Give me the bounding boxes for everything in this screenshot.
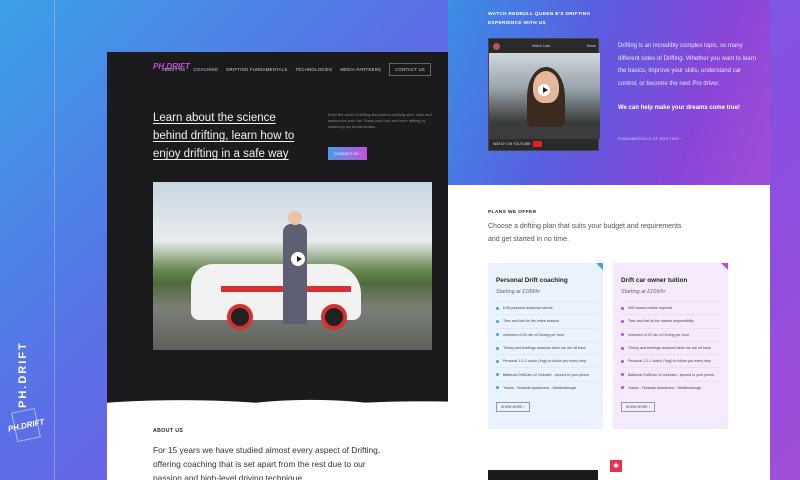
side-brand: PH.DRIFT PH.DRIFT bbox=[0, 0, 50, 480]
video-topbar: Watch Later Share bbox=[489, 39, 600, 53]
plan-title: Personal Drift coaching bbox=[496, 277, 568, 284]
list-item: Theory and briefings sessions when we ar… bbox=[621, 340, 720, 354]
hero-contact-button[interactable]: CONTACT US › bbox=[328, 147, 367, 160]
nav-link-coaching[interactable]: COACHING bbox=[193, 67, 218, 72]
list-item: Drift prepared academy vehicle bbox=[496, 301, 595, 314]
list-item: minimum of 20 min of Driving per hour bbox=[496, 327, 595, 341]
show-more-button[interactable]: SHOW MORE › bbox=[621, 402, 655, 413]
plan-card-personal: Personal Drift coaching Starting at £189… bbox=[488, 263, 603, 429]
video-frame bbox=[489, 53, 600, 139]
youtube-video[interactable]: Watch Later Share WATCH ON YOUTUBE bbox=[488, 38, 600, 151]
corner-accent-icon bbox=[596, 263, 603, 270]
nav-link-fundamentals[interactable]: DRIFTING FUNDAMENTALS bbox=[226, 67, 287, 72]
about-label: ABOUT US bbox=[153, 428, 184, 434]
plans-section: PLANS WE OFFER Choose a drifting plan th… bbox=[448, 185, 770, 480]
fundamentals-link[interactable]: FUNDAMENTALS OF DRIFTING › bbox=[618, 137, 682, 141]
bullet-icon bbox=[496, 373, 499, 377]
list-item: Personal 1-2-1 coach (Yogi) to follow yo… bbox=[496, 354, 595, 367]
about-section: ABOUT US For 15 years we have studied al… bbox=[107, 407, 478, 480]
bullet-icon bbox=[496, 346, 499, 350]
plans-label: PLANS WE OFFER bbox=[488, 210, 537, 215]
list-item: Battlecar DriftCam v2 included - synced … bbox=[496, 367, 595, 380]
bullet-icon bbox=[496, 386, 499, 390]
list-item: Personal 1-2-1 coach (Yogi) to follow yo… bbox=[621, 354, 720, 367]
list-item: minimum of 20 min of Driving per hour bbox=[621, 327, 720, 341]
nav-contact-button[interactable]: CONTACT US bbox=[389, 63, 431, 76]
watch-on-youtube[interactable]: WATCH ON YOUTUBE bbox=[493, 141, 543, 147]
homepage-preview: PH.DRIFT ABOUT US COACHING DRIFTING FUND… bbox=[107, 52, 478, 480]
watch-later-button[interactable]: Watch Later bbox=[532, 44, 551, 48]
bullet-icon bbox=[621, 319, 624, 323]
video-section: WATCH REDBULL QUEEN B'S DRIFTING EXPERIE… bbox=[448, 0, 770, 185]
drift-cta-text: We can help make your dreams come true! bbox=[618, 105, 740, 111]
hero-text: Enter the world of drifting and learn to… bbox=[328, 113, 432, 129]
bullet-icon bbox=[621, 373, 624, 377]
nav-links: ABOUT US COACHING DRIFTING FUNDAMENTALS … bbox=[162, 63, 431, 76]
nav-link-technologies[interactable]: TECHNOLOGIES bbox=[295, 67, 332, 72]
channel-avatar[interactable] bbox=[493, 42, 500, 50]
drift-car-image bbox=[191, 264, 361, 330]
brand-logo-icon: PH.DRIFT bbox=[7, 407, 45, 443]
top-nav: PH.DRIFT ABOUT US COACHING DRIFTING FUND… bbox=[107, 61, 478, 77]
corner-accent-icon bbox=[721, 263, 728, 270]
hero-title: Learn about the science behind drifting,… bbox=[153, 112, 295, 160]
bullet-icon bbox=[496, 333, 499, 337]
nav-link-about[interactable]: ABOUT US bbox=[162, 67, 186, 72]
bullet-icon bbox=[621, 346, 624, 350]
drift-description: Drifting is an incredibly complex topic,… bbox=[618, 43, 756, 87]
bullet-icon bbox=[621, 386, 624, 390]
youtube-icon bbox=[533, 141, 543, 147]
list-item: Tires and fuel for the entire session bbox=[496, 314, 595, 327]
about-text: For 15 years we have studied almost ever… bbox=[153, 445, 381, 480]
list-item: Tracks - Teesside Autodrome - Middlesbro… bbox=[496, 380, 595, 394]
brand-vertical: PH.DRIFT bbox=[17, 341, 29, 409]
list-item: Tracks - Teesside Autodrome - Middlesbro… bbox=[621, 380, 720, 394]
play-icon[interactable] bbox=[538, 84, 550, 96]
star-icon: ✱ bbox=[610, 460, 622, 472]
bullet-icon bbox=[621, 306, 624, 310]
youtube-label: WATCH ON YOUTUBE bbox=[493, 142, 531, 146]
hero-video[interactable] bbox=[153, 182, 432, 350]
divider-line bbox=[54, 0, 55, 480]
plan-price: Starting at £189/hr bbox=[496, 289, 541, 295]
show-more-button[interactable]: SHOW MORE › bbox=[496, 402, 530, 413]
play-icon[interactable] bbox=[291, 252, 305, 266]
list-item: Tires and fuel at the owners responsibil… bbox=[621, 314, 720, 327]
plans-page-preview: WATCH REDBULL QUEEN B'S DRIFTING EXPERIE… bbox=[448, 0, 770, 480]
bullet-icon bbox=[621, 333, 624, 337]
plan-price: Starting at £169/hr bbox=[621, 289, 666, 295]
plan-title: Drift car owner tuition bbox=[621, 277, 688, 284]
share-button[interactable]: Share bbox=[587, 44, 596, 48]
plans-text: Choose a drifting plan that suits your b… bbox=[488, 223, 682, 243]
bullet-icon bbox=[496, 306, 499, 310]
driver-image bbox=[283, 211, 307, 324]
list-item: Battlecar DriftCam v2 included - synced … bbox=[621, 367, 720, 380]
bullet-icon bbox=[621, 359, 624, 363]
bullet-icon bbox=[496, 319, 499, 323]
list-item: Self owned vehicle required bbox=[621, 301, 720, 314]
bullet-icon bbox=[496, 359, 499, 363]
video-heading: WATCH REDBULL QUEEN B'S DRIFTING EXPERIE… bbox=[488, 12, 591, 26]
dark-block bbox=[488, 470, 598, 480]
plan-card-owner: Drift car owner tuition Starting at £169… bbox=[613, 263, 728, 429]
list-item: Theory and briefings sessions when we ar… bbox=[496, 340, 595, 354]
nav-link-media-partners[interactable]: MEDIA PARTNERS bbox=[340, 67, 381, 72]
